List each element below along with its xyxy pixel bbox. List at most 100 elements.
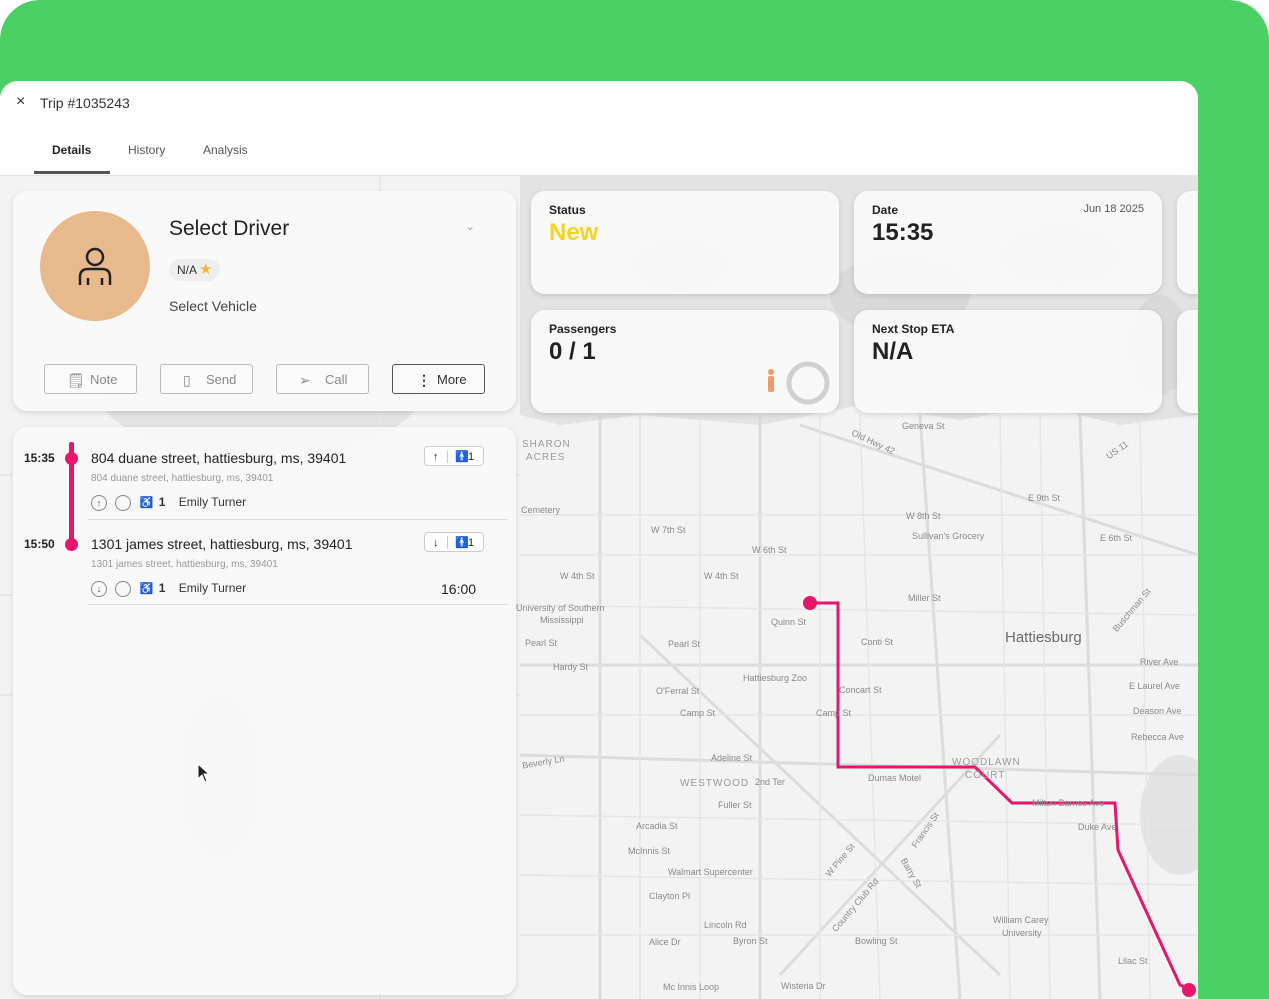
close-icon[interactable]: × — [16, 93, 25, 111]
phone-icon: ▯ — [183, 372, 191, 388]
next-stop-card: Next Stop ETA N/A — [854, 310, 1162, 413]
stop-passenger-row: ↑ ♿ 1 Emily Turner — [91, 495, 246, 513]
map-label: W 7th St — [651, 525, 686, 535]
stop-pill[interactable]: ↑ 🚹 1 — [424, 446, 484, 466]
map-label: Camp St — [680, 708, 716, 718]
divider — [88, 519, 508, 520]
map-label: E 6th St — [1100, 533, 1133, 543]
time-value: 15:35 — [872, 219, 934, 246]
map-label: Pearl St — [525, 638, 558, 648]
rating-value: N/A — [177, 263, 198, 277]
date-title: Date — [872, 203, 899, 217]
map-label: Pearl St — [668, 639, 701, 649]
chevron-down-icon[interactable]: ⌄ — [465, 219, 475, 233]
passenger-name[interactable]: Emily Turner — [179, 581, 246, 595]
map-label: University — [1002, 928, 1042, 938]
map-label: 2nd Ter — [755, 777, 785, 787]
stop-address-sub: 1301 james street, hattiesburg, ms, 3940… — [91, 559, 278, 570]
route-line — [810, 601, 1193, 992]
next-stop-title: Next Stop ETA — [872, 322, 955, 336]
extra-card — [1177, 191, 1198, 294]
stop-time: 15:50 — [24, 537, 55, 551]
route-start-marker — [803, 596, 817, 610]
vehicle-select[interactable]: Select Vehicle — [169, 298, 257, 314]
status-circle-icon[interactable] — [115, 495, 132, 511]
map-label: Arcadia St — [636, 821, 678, 831]
next-stop-value: N/A — [872, 338, 914, 365]
map-label: W 4th St — [560, 571, 595, 581]
tab-details[interactable]: Details — [52, 143, 91, 157]
active-tab-indicator — [34, 171, 110, 174]
map-label: Clayton Pl — [649, 891, 691, 901]
map-label: Mc Innis Loop — [663, 982, 720, 992]
status-card: Status New — [531, 191, 839, 294]
map-label: Bowling St — [855, 936, 898, 946]
arrow-up-icon[interactable]: ↑ — [91, 495, 107, 511]
capacity-ring — [786, 361, 830, 405]
map-label: ACRES — [526, 452, 566, 463]
passengers-value: 0 / 1 — [549, 338, 596, 365]
call-button[interactable]: ➢ Call — [276, 364, 369, 394]
map-label: E Laurel Ave — [1129, 681, 1180, 691]
call-label: Call — [325, 372, 348, 387]
note-label: Note — [90, 372, 118, 387]
map-label: Fuller St — [718, 800, 752, 810]
map-label: Byron St — [733, 936, 768, 946]
passengers-card: Passengers 0 / 1 — [531, 310, 839, 413]
map-label: Geneva St — [902, 421, 945, 431]
divider — [88, 604, 508, 605]
map-label: Conti St — [861, 637, 894, 647]
map-label: Cemetery — [521, 505, 561, 515]
passenger-count: 1 — [158, 495, 166, 510]
stop-address[interactable]: 1301 james street, hattiesburg, ms, 3940… — [91, 536, 352, 552]
map-label: SHARON — [522, 439, 571, 450]
pill-divider — [447, 536, 448, 549]
passenger-name[interactable]: Emily Turner — [179, 495, 246, 509]
extra-card — [1177, 310, 1198, 413]
stops-card: 15:35 804 duane street, hattiesburg, ms,… — [13, 427, 516, 995]
person-icon — [78, 247, 112, 285]
more-label: More — [437, 372, 467, 387]
map-label: O'Ferral St — [656, 686, 700, 696]
person-icon: 🚹 — [455, 537, 469, 549]
route-end-marker — [1182, 983, 1196, 997]
passengers-title: Passengers — [549, 322, 617, 336]
map-label: COURT — [965, 770, 1006, 781]
note-icon: 🗒 — [67, 372, 85, 388]
star-icon: ★ — [199, 261, 213, 278]
map-label: Mississippi — [540, 615, 584, 625]
avatar[interactable] — [40, 211, 150, 321]
driver-name[interactable]: Select Driver — [169, 217, 289, 241]
status-value: New — [549, 219, 599, 246]
status-circle-icon[interactable] — [115, 581, 132, 597]
arrow-down-icon[interactable]: ↓ — [91, 581, 107, 597]
map-label: Sullivan's Grocery — [912, 531, 985, 541]
stop-count: 1 — [468, 537, 475, 549]
tab-analysis[interactable]: Analysis — [203, 143, 248, 157]
more-button[interactable]: ⋮ More — [392, 364, 485, 394]
map-label: Quinn St — [771, 617, 807, 627]
note-button[interactable]: 🗒 Note — [44, 364, 137, 394]
driver-rating: N/A ★ — [169, 259, 221, 281]
stop-time: 15:35 — [24, 451, 55, 465]
map-label: WOODLAWN — [952, 757, 1021, 768]
map-label: W 6th St — [752, 545, 787, 555]
stop-pill[interactable]: ↓ 🚹 1 — [424, 532, 484, 552]
tab-history[interactable]: History — [128, 143, 165, 157]
map-label: Deason Ave — [1133, 706, 1182, 716]
map-city-label: Hattiesburg — [1005, 629, 1082, 646]
map-label: Walmart Supercenter — [668, 867, 753, 877]
person-icon: 🚹 — [455, 451, 469, 463]
wheelchair-icon: ♿ — [139, 497, 154, 510]
stop-address-sub: 804 duane street, hattiesburg, ms, 39401 — [91, 473, 274, 484]
arrow-down-icon: ↓ — [433, 537, 439, 549]
stop-address[interactable]: 804 duane street, hattiesburg, ms, 39401 — [91, 450, 346, 466]
map-label: Wisteria Dr — [781, 981, 826, 991]
map-label: Camp St — [816, 708, 852, 718]
stop-count: 1 — [468, 451, 475, 463]
send-button[interactable]: ▯ Send — [160, 364, 253, 394]
pill-divider — [447, 450, 448, 463]
map-label: River Ave — [1140, 657, 1179, 667]
map-label: William Carey — [993, 915, 1049, 925]
trip-title: Trip #1035243 — [40, 95, 130, 111]
